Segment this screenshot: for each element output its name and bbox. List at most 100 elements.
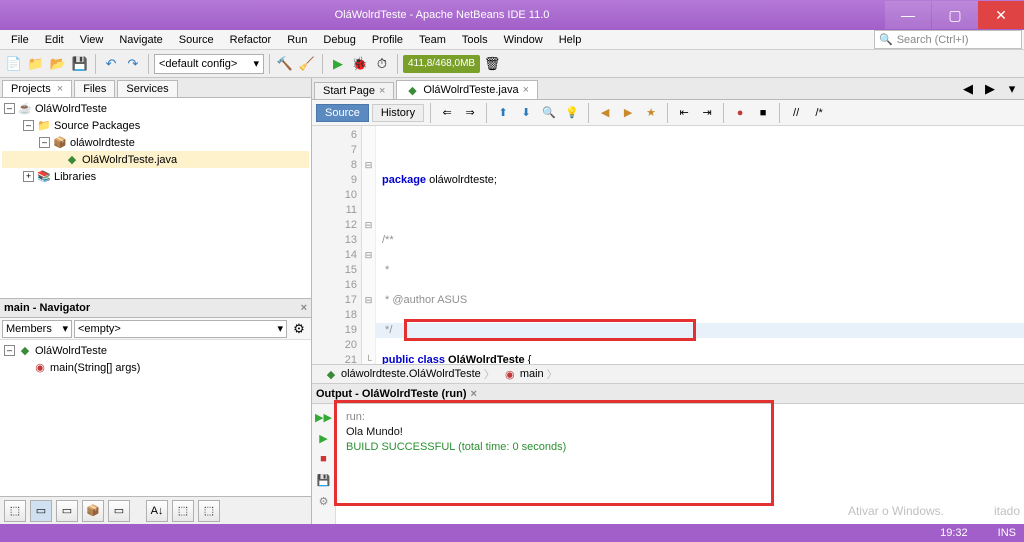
- minimize-button[interactable]: —: [885, 1, 931, 29]
- coffee-icon: ☕: [18, 102, 32, 116]
- prev-bookmark-icon[interactable]: ◀: [595, 103, 615, 123]
- method-icon: ◉: [33, 361, 47, 375]
- navigator-tree[interactable]: ‒◆OláWolrdTeste ◉main(String[] args): [0, 340, 311, 496]
- tree-source-packages[interactable]: ‒📁Source Packages: [2, 117, 309, 134]
- close-icon[interactable]: ×: [523, 84, 529, 96]
- stop-icon[interactable]: ■: [315, 450, 333, 468]
- close-icon[interactable]: ×: [57, 83, 63, 95]
- tab-list-icon[interactable]: ▾: [1002, 79, 1022, 99]
- nav-class[interactable]: ‒◆OláWolrdTeste: [2, 342, 309, 359]
- build-icon[interactable]: 🔨: [275, 54, 295, 74]
- open-icon[interactable]: 📂: [48, 54, 68, 74]
- global-search[interactable]: 🔍Search (Ctrl+I): [874, 30, 1022, 49]
- config-combo[interactable]: <default config>: [154, 54, 264, 74]
- menu-profile[interactable]: Profile: [365, 32, 410, 48]
- collapse-icon[interactable]: ‒: [39, 137, 50, 148]
- uncomment-icon[interactable]: /*: [809, 103, 829, 123]
- nav-fwd-icon[interactable]: ⇒: [460, 103, 480, 123]
- source-view-button[interactable]: Source: [316, 104, 369, 122]
- pal-nonpublic-icon[interactable]: 📦: [82, 500, 104, 522]
- scroll-left-icon[interactable]: ◀: [958, 79, 978, 99]
- shift-left-icon[interactable]: ⇤: [674, 103, 694, 123]
- projects-tree[interactable]: ‒☕OláWolrdTeste ‒📁Source Packages ‒📦oláw…: [0, 98, 311, 298]
- pal-inner-icon[interactable]: ▭: [108, 500, 130, 522]
- tab-files[interactable]: Files: [74, 80, 115, 97]
- pal-sort-icon[interactable]: A↓: [146, 500, 168, 522]
- pal-fields-icon[interactable]: ▭: [30, 500, 52, 522]
- debug-icon[interactable]: 🐞: [350, 54, 370, 74]
- menu-debug[interactable]: Debug: [316, 32, 362, 48]
- find-sel-icon[interactable]: 🔍: [539, 103, 559, 123]
- navigator-palette: ⬚ ▭ ▭ 📦 ▭ A↓ ⬚ ⬚: [0, 496, 311, 524]
- tree-libraries[interactable]: +📚Libraries: [2, 168, 309, 185]
- filter-combo[interactable]: <empty>: [74, 320, 287, 338]
- undo-icon[interactable]: ↶: [101, 54, 121, 74]
- menu-run[interactable]: Run: [280, 32, 314, 48]
- maximize-button[interactable]: ▢: [932, 1, 978, 29]
- collapse-icon[interactable]: ‒: [4, 103, 15, 114]
- menu-navigate[interactable]: Navigate: [112, 32, 169, 48]
- profile-icon[interactable]: ⏱: [372, 54, 392, 74]
- pal-inherited-icon[interactable]: ⬚: [4, 500, 26, 522]
- members-combo[interactable]: Members: [2, 320, 72, 338]
- breadcrumb-class[interactable]: ◆oláwolrdteste.OláWolrdTeste: [316, 367, 489, 381]
- tab-start-page[interactable]: Start Page×: [314, 82, 394, 99]
- close-icon[interactable]: ×: [379, 85, 385, 97]
- code-editor[interactable]: 678910111213141516171819202122 ⊟⊟⊟⊟└ pac…: [312, 126, 1024, 364]
- nav-method-main[interactable]: ◉main(String[] args): [2, 359, 309, 376]
- save-all-icon[interactable]: 💾: [70, 54, 90, 74]
- highlight-icon[interactable]: 💡: [562, 103, 582, 123]
- shift-right-icon[interactable]: ⇥: [697, 103, 717, 123]
- comment-icon[interactable]: //: [786, 103, 806, 123]
- new-file-icon[interactable]: 📄: [4, 54, 24, 74]
- close-button[interactable]: ✕: [978, 1, 1024, 29]
- menu-file[interactable]: File: [4, 32, 36, 48]
- menu-team[interactable]: Team: [412, 32, 453, 48]
- close-icon[interactable]: ×: [471, 388, 477, 400]
- menu-window[interactable]: Window: [497, 32, 550, 48]
- pal-static-icon[interactable]: ▭: [56, 500, 78, 522]
- settings-icon[interactable]: ⚙: [315, 492, 333, 510]
- collapse-icon[interactable]: ‒: [23, 120, 34, 131]
- pal-group-icon[interactable]: ⬚: [172, 500, 194, 522]
- start-macro-icon[interactable]: ●: [730, 103, 750, 123]
- tree-package[interactable]: ‒📦oláwolrdteste: [2, 134, 309, 151]
- collapse-icon[interactable]: ‒: [4, 345, 15, 356]
- save-output-icon[interactable]: 💾: [315, 471, 333, 489]
- tree-project-root[interactable]: ‒☕OláWolrdTeste: [2, 100, 309, 117]
- tab-services[interactable]: Services: [117, 80, 177, 97]
- new-project-icon[interactable]: 📁: [26, 54, 46, 74]
- rerun-icon[interactable]: ▶▶: [315, 408, 333, 426]
- memory-badge[interactable]: 411,8/468,0MB: [403, 55, 480, 73]
- pal-fqn-icon[interactable]: ⬚: [198, 500, 220, 522]
- stop-macro-icon[interactable]: ■: [753, 103, 773, 123]
- rerun-debug-icon[interactable]: ▶: [315, 429, 333, 447]
- window-title: OláWolrdTeste - Apache NetBeans IDE 11.0: [0, 9, 884, 21]
- close-icon[interactable]: ×: [301, 302, 307, 314]
- clean-build-icon[interactable]: 🧹: [297, 54, 317, 74]
- expand-icon[interactable]: +: [23, 171, 34, 182]
- tab-editor-file[interactable]: ◆OláWolrdTeste.java×: [396, 80, 538, 99]
- scroll-right-icon[interactable]: ▶: [980, 79, 1000, 99]
- menu-refactor[interactable]: Refactor: [223, 32, 279, 48]
- redo-icon[interactable]: ↷: [123, 54, 143, 74]
- next-bookmark-icon[interactable]: ▶: [618, 103, 638, 123]
- find-next-icon[interactable]: ⬇: [516, 103, 536, 123]
- menu-tools[interactable]: Tools: [455, 32, 495, 48]
- menu-source[interactable]: Source: [172, 32, 221, 48]
- history-view-button[interactable]: History: [372, 104, 424, 122]
- tree-java-file[interactable]: ◆OláWolrdTeste.java: [2, 151, 309, 168]
- gc-icon[interactable]: 🗑: [482, 54, 502, 74]
- toggle-bookmark-icon[interactable]: ★: [641, 103, 661, 123]
- menu-view[interactable]: View: [73, 32, 111, 48]
- menu-help[interactable]: Help: [552, 32, 589, 48]
- run-icon[interactable]: ▶: [328, 54, 348, 74]
- menu-edit[interactable]: Edit: [38, 32, 71, 48]
- nav-options-icon[interactable]: ⚙: [289, 319, 309, 339]
- find-prev-icon[interactable]: ⬆: [493, 103, 513, 123]
- fold-column[interactable]: ⊟⊟⊟⊟└: [362, 126, 376, 364]
- tab-projects[interactable]: Projects×: [2, 80, 72, 97]
- nav-back-icon[interactable]: ⇐: [437, 103, 457, 123]
- code-area[interactable]: package oláwolrdteste; /** * * @author A…: [376, 126, 1024, 364]
- breadcrumb-method[interactable]: ◉main: [495, 367, 552, 381]
